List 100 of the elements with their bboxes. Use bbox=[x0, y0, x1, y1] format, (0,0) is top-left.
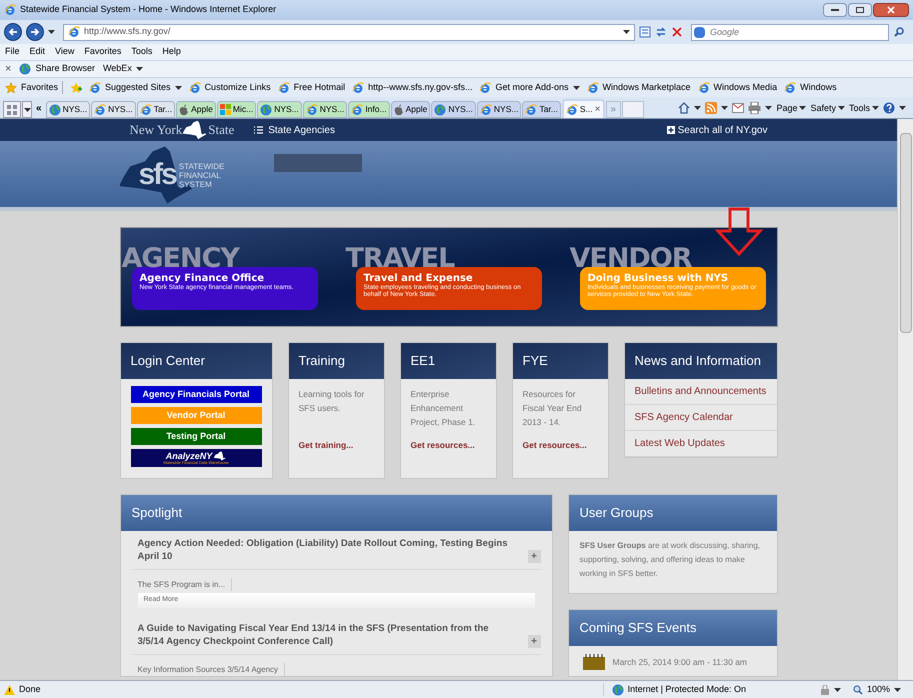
state-map-icon bbox=[182, 120, 208, 140]
card-header: Training bbox=[288, 343, 384, 379]
search-ny-link[interactable]: Search all of NY.gov bbox=[666, 122, 768, 138]
ie-icon bbox=[525, 104, 538, 116]
ie-icon bbox=[89, 82, 102, 94]
search-field[interactable]: Google bbox=[691, 24, 889, 40]
card-header: FYE bbox=[512, 343, 608, 379]
browser-tab[interactable]: Apple bbox=[176, 101, 216, 118]
back-button[interactable] bbox=[4, 23, 22, 41]
favorites-link[interactable]: Windows bbox=[784, 80, 837, 94]
caret-icon bbox=[799, 106, 806, 110]
ie-icon bbox=[306, 104, 318, 116]
browser-tab[interactable]: NYS... bbox=[476, 101, 522, 118]
plus-icon bbox=[666, 126, 675, 134]
caret-icon bbox=[24, 108, 30, 112]
compatibility-icon[interactable] bbox=[639, 26, 651, 38]
expand-button[interactable]: + bbox=[528, 550, 540, 563]
favorites-link[interactable]: Windows Marketplace bbox=[586, 80, 691, 94]
browser-tab[interactable]: NYS... bbox=[46, 101, 90, 118]
menu-item[interactable]: Edit bbox=[30, 45, 46, 59]
add-favorite-icon[interactable] bbox=[70, 82, 82, 94]
caret-icon bbox=[872, 106, 879, 110]
scroll-tabs-left[interactable]: « bbox=[33, 101, 45, 118]
favorites-link[interactable]: Suggested Sites bbox=[89, 80, 182, 94]
card-link[interactable]: Get resources... bbox=[512, 435, 608, 452]
close-tab-button[interactable]: × bbox=[594, 102, 600, 117]
card-text: Enterprise Enhancement Project, Phase 1. bbox=[410, 388, 476, 429]
caret-icon bbox=[136, 67, 143, 71]
print-icon[interactable] bbox=[748, 102, 762, 114]
state-map-icon bbox=[214, 451, 226, 461]
ie-icon bbox=[94, 104, 106, 116]
browser-tab[interactable]: Mic... bbox=[216, 101, 256, 118]
windows-icon bbox=[220, 104, 231, 115]
search-icon[interactable] bbox=[893, 26, 905, 38]
panel-header: Spotlight bbox=[120, 495, 552, 531]
home-icon[interactable] bbox=[678, 102, 690, 114]
caret-icon bbox=[623, 30, 630, 34]
portal-button[interactable]: Agency Financials Portal bbox=[130, 386, 262, 403]
news-link[interactable]: Latest Web Updates bbox=[624, 431, 776, 457]
browser-tab[interactable]: NYS... bbox=[91, 101, 136, 118]
help-icon[interactable] bbox=[883, 102, 895, 114]
toolbar-menu[interactable]: WebEx bbox=[102, 62, 143, 76]
agencies-link[interactable]: State Agencies bbox=[254, 122, 335, 138]
browser-tab[interactable]: NYS... bbox=[257, 101, 302, 118]
news-link[interactable]: Bulletins and Announcements bbox=[624, 379, 776, 405]
browser-tab[interactable]: Apple bbox=[390, 101, 430, 118]
stop-icon[interactable] bbox=[671, 26, 683, 38]
article-title[interactable]: A Guide to Navigating Fiscal Year End 13/14 in the SFS (Presentation from the 3/5/14 Agency Checkpoint Conference Call) bbox=[132, 622, 524, 648]
card-text: Resources for Fiscal Year End 2013 - 14. bbox=[522, 388, 583, 429]
card-link[interactable]: Get training... bbox=[288, 435, 384, 452]
close-button[interactable] bbox=[873, 3, 909, 17]
card-link[interactable]: Get resources... bbox=[400, 435, 496, 452]
browser-tab[interactable]: NYS... bbox=[302, 101, 348, 118]
warning-icon bbox=[4, 684, 15, 694]
caret-icon bbox=[174, 86, 182, 90]
user-groups-text: SFS User Groups are at work discussing, sharing, supporting, solving, and offering ideas to make working in SFS better. bbox=[578, 540, 762, 580]
mail-icon[interactable] bbox=[732, 103, 744, 114]
command-menu[interactable]: Safety bbox=[810, 102, 845, 115]
browser-tab[interactable]: S... × bbox=[562, 99, 604, 118]
news-link[interactable]: SFS Agency Calendar bbox=[624, 405, 776, 431]
portal-button[interactable]: Testing Portal bbox=[130, 428, 262, 445]
menu-item[interactable]: Tools bbox=[131, 45, 152, 59]
scroll-thumb[interactable] bbox=[900, 133, 912, 333]
menu-item[interactable]: File bbox=[5, 45, 20, 59]
command-menu[interactable]: Page bbox=[776, 102, 806, 115]
refresh-icon[interactable] bbox=[655, 26, 667, 38]
caret-icon bbox=[694, 106, 702, 110]
favorites-button[interactable]: Favorites bbox=[5, 80, 64, 94]
ie-icon bbox=[4, 4, 16, 16]
article-excerpt: Key Information Sources 3/5/14 Agency bbox=[138, 663, 286, 676]
maximize-button[interactable] bbox=[848, 3, 872, 17]
browser-tab[interactable]: NYS... bbox=[431, 101, 476, 118]
menu-item[interactable]: View bbox=[55, 45, 74, 59]
article-title[interactable]: Agency Action Needed: Obligation (Liability) Date Rollout Coming, Testing Begins April 10 bbox=[132, 537, 524, 563]
forward-button[interactable] bbox=[26, 23, 44, 41]
favorites-link[interactable]: Customize Links bbox=[188, 80, 271, 94]
browser-tab[interactable]: Tar... bbox=[136, 101, 176, 118]
favorites-link[interactable]: Free Hotmail bbox=[278, 80, 346, 94]
forward-arrow-icon bbox=[30, 27, 40, 37]
address-field[interactable]: http://www.sfs.ny.gov/ bbox=[63, 24, 635, 40]
close-toolbar-button[interactable]: × bbox=[5, 60, 12, 78]
browser-tab[interactable]: Info... bbox=[348, 101, 390, 118]
command-menu[interactable]: Tools bbox=[848, 102, 879, 115]
expand-button[interactable]: + bbox=[528, 635, 540, 648]
minimize-button[interactable] bbox=[823, 3, 847, 17]
globe-icon bbox=[434, 104, 446, 116]
apple-icon bbox=[179, 104, 190, 116]
scrollbar[interactable] bbox=[897, 119, 913, 680]
close-icon bbox=[887, 6, 895, 14]
favorites-link[interactable]: Windows Media bbox=[698, 80, 778, 94]
browser-tab[interactable]: Tar... bbox=[522, 101, 561, 118]
card-text: Learning tools for SFS users. bbox=[298, 388, 366, 415]
toolbar-button[interactable]: Share Browser bbox=[19, 62, 95, 76]
globe-icon bbox=[19, 63, 32, 75]
favorites-link[interactable]: http--www.sfs.ny.gov-sfs... bbox=[352, 80, 472, 94]
tab-list-button[interactable] bbox=[22, 101, 32, 118]
menu-item[interactable]: Help bbox=[162, 45, 181, 59]
zoom-control[interactable]: 100% bbox=[852, 682, 909, 696]
menu-item[interactable]: Favorites bbox=[84, 45, 122, 59]
favorites-link[interactable]: Get more Add-ons bbox=[479, 80, 580, 94]
